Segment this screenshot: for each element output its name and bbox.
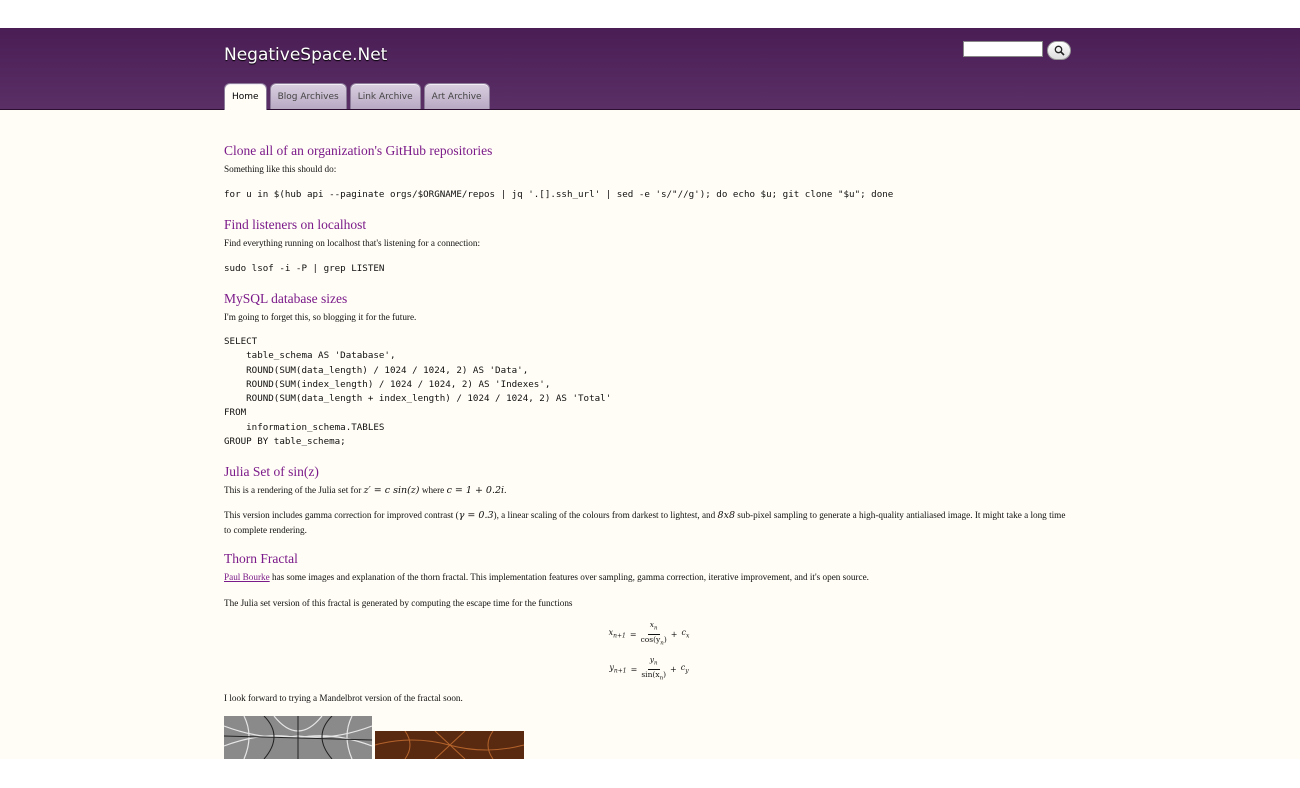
tab-art-archive[interactable]: Art Archive	[423, 83, 490, 109]
julia-p2-mid: ), a linear scaling of the colours from …	[493, 510, 718, 520]
gamma-value: γ = 0.3	[458, 510, 494, 521]
equation-y: yn+1 = yn sin(xn) + cy	[609, 655, 689, 681]
magnifier-icon	[1054, 45, 1065, 56]
code-block-github: for u in $(hub api --paginate orgs/$ORGN…	[224, 189, 894, 200]
thorn-intro-text: has some images and explanation of the t…	[269, 572, 869, 582]
post-intro-listeners: Find everything running on localhost tha…	[224, 238, 481, 248]
eq2-constant: cy	[680, 663, 689, 675]
post-intro-github: Something like this should do:	[224, 164, 337, 174]
thorn-p3: I look forward to trying a Mandelbrot ve…	[224, 693, 463, 703]
site-header: NegativeSpace.Net Home Blog Archives Lin…	[0, 28, 1300, 110]
post-title-mysql[interactable]: MySQL database sizes	[224, 291, 347, 307]
post-title-github[interactable]: Clone all of an organization's GitHub re…	[224, 143, 492, 159]
search-button[interactable]	[1047, 41, 1071, 60]
post-title-listeners[interactable]: Find listeners on localhost	[224, 217, 366, 233]
post-intro-mysql: I'm going to forget this, so blogging it…	[224, 312, 417, 322]
julia-intro-end: .	[504, 485, 507, 495]
post-title-julia[interactable]: Julia Set of sin(z)	[224, 464, 319, 480]
eq1-constant: cx	[681, 628, 690, 640]
code-block-mysql: SELECT table_schema AS 'Database', ROUND…	[224, 336, 612, 448]
paul-bourke-link[interactable]: Paul Bourke	[224, 572, 270, 582]
eq2-fraction: yn sin(xn)	[641, 655, 667, 681]
equation-x: xn+1 = xn cos(yn) + cx	[608, 620, 690, 646]
julia-formula: z′ = c sin(z)	[363, 485, 420, 496]
site-title-link[interactable]: NegativeSpace.Net	[224, 45, 387, 65]
julia-intro-mid: where	[419, 485, 447, 495]
nav-tabs: Home Blog Archives Link Archive Art Arch…	[224, 83, 490, 110]
tab-link-archive[interactable]: Link Archive	[349, 83, 421, 109]
search-input[interactable]	[963, 41, 1043, 57]
julia-p2-text: This version includes gamma correction f…	[224, 510, 459, 520]
top-margin	[0, 0, 1300, 28]
post-title-thorn[interactable]: Thorn Fractal	[224, 551, 298, 567]
julia-intro-text: This is a rendering of the Julia set for	[224, 485, 364, 495]
thorn-fractal-thumbnail-brown[interactable]	[375, 731, 524, 759]
post-intro-thorn: Paul Bourke has some images and explanat…	[224, 570, 869, 584]
eq1-fraction: xn cos(yn)	[640, 620, 667, 646]
thorn-p2: The Julia set version of this fractal is…	[224, 598, 573, 608]
main-content: Clone all of an organization's GitHub re…	[0, 110, 1300, 759]
eq2-lhs: yn+1	[609, 663, 627, 675]
tab-blog-archives[interactable]: Blog Archives	[269, 83, 347, 109]
post-intro-julia: This is a rendering of the Julia set for…	[224, 483, 506, 498]
post-body-julia: This version includes gamma correction f…	[224, 508, 1074, 537]
code-block-listeners: sudo lsof -i -P | grep LISTEN	[224, 263, 385, 274]
thorn-fractal-thumbnail-grey[interactable]	[224, 716, 372, 759]
julia-constant: c = 1 + 0.2i	[446, 485, 505, 496]
sampling-value: 8x8	[717, 510, 735, 521]
eq1-lhs: xn+1	[608, 628, 626, 640]
tab-home[interactable]: Home	[224, 83, 267, 110]
